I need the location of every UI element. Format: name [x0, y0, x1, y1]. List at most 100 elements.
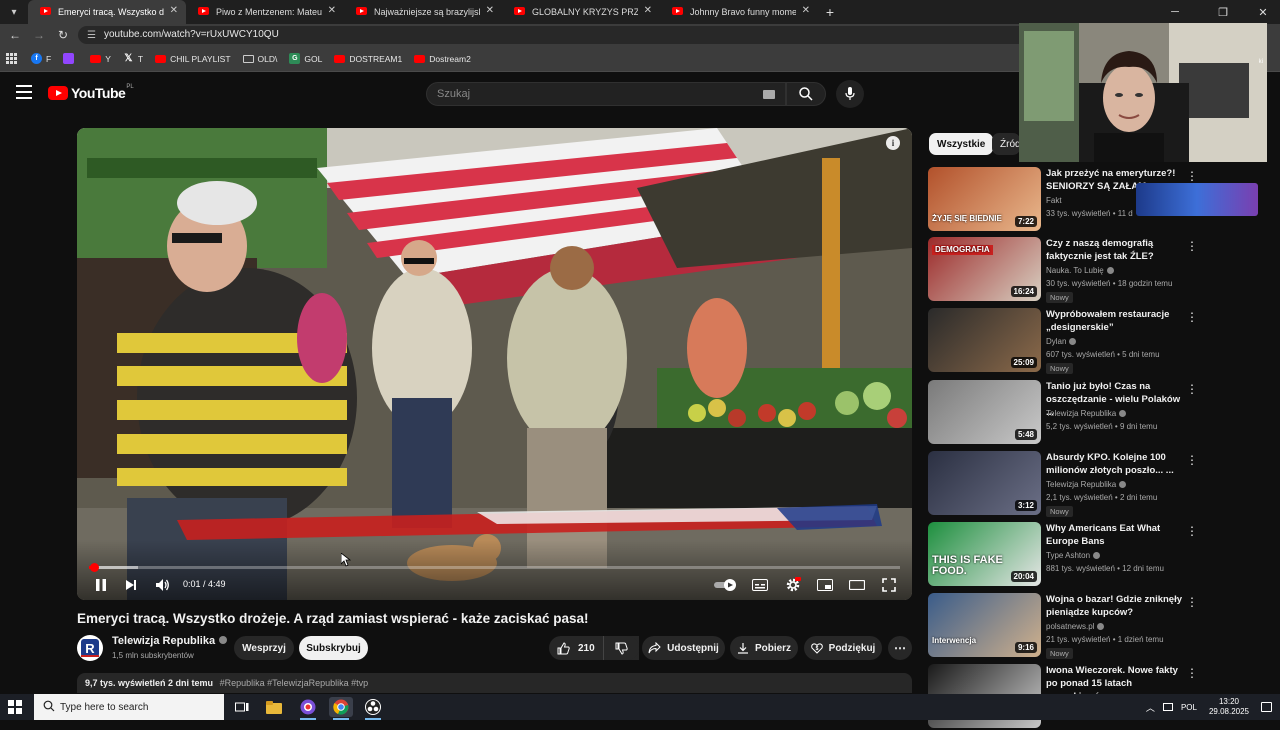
- voice-search-button[interactable]: [836, 80, 864, 108]
- tray-chevron-icon[interactable]: ︿: [1146, 701, 1155, 714]
- bookmark-dostream2[interactable]: Dostream2: [414, 54, 471, 64]
- recommendation-item[interactable]: 3:12 Absurdy KPO. Kolejne 100 milionów zł…: [928, 451, 1268, 517]
- close-tab-icon[interactable]: ✕: [170, 5, 178, 16]
- site-info-icon[interactable]: ☰: [87, 27, 96, 45]
- chip-source[interactable]: Źród: [992, 133, 1020, 155]
- theater-mode-button[interactable]: [847, 576, 867, 594]
- obs-icon[interactable]: [361, 697, 385, 720]
- more-options-icon[interactable]: ⋮: [1186, 595, 1198, 609]
- tab-2[interactable]: Piwo z Mentzenem: Mateusz M ✕: [186, 0, 344, 24]
- recommendation-title[interactable]: Czy z naszą demografią faktycznie jest t…: [1046, 237, 1186, 263]
- bookmark-old-folder[interactable]: OLD\: [242, 54, 277, 64]
- keyboard-icon[interactable]: [763, 90, 775, 99]
- chrome-icon[interactable]: [329, 697, 353, 720]
- close-tab-icon[interactable]: ✕: [644, 5, 652, 16]
- new-tab-button[interactable]: +: [818, 0, 842, 24]
- app-icon-purple[interactable]: [296, 697, 320, 720]
- pause-button[interactable]: [91, 576, 111, 594]
- close-tab-icon[interactable]: ✕: [328, 5, 336, 16]
- back-icon[interactable]: ←: [6, 27, 24, 43]
- language-indicator[interactable]: POL: [1181, 703, 1197, 712]
- share-button[interactable]: Udostępnij: [642, 636, 725, 660]
- bookmark-x[interactable]: 𝕏T: [123, 53, 143, 64]
- bookmark-gol[interactable]: G GOL: [289, 53, 322, 64]
- bookmark-facebook[interactable]: fF: [31, 53, 51, 64]
- network-icon[interactable]: [1162, 703, 1173, 711]
- bookmark-youtube[interactable]: Y: [90, 54, 111, 64]
- taskbar-search-input[interactable]: Type here to search: [34, 694, 224, 720]
- progress-bar[interactable]: [89, 563, 900, 572]
- close-tab-icon[interactable]: ✕: [486, 5, 494, 16]
- file-explorer-icon[interactable]: [262, 697, 286, 717]
- recommendation-item[interactable]: 25:09 Wypróbowałem restauracje „designers…: [928, 308, 1268, 374]
- tab-4[interactable]: GLOBALNY KRYZYS PRZEZ JAPO ✕: [502, 0, 660, 24]
- dislike-button[interactable]: [603, 636, 639, 660]
- notifications-icon[interactable]: [1261, 702, 1272, 712]
- chip-all[interactable]: Wszystkie: [929, 133, 994, 155]
- channel-name[interactable]: Telewizja Republika: [112, 635, 228, 647]
- apps-grid-icon[interactable]: [6, 53, 17, 64]
- more-options-icon[interactable]: ⋮: [1186, 524, 1198, 538]
- video-thumbnail[interactable]: 5:48: [928, 380, 1041, 444]
- maximize-icon[interactable]: ❐: [1206, 0, 1240, 24]
- close-tab-icon[interactable]: ✕: [802, 5, 810, 16]
- hamburger-menu-icon[interactable]: [16, 85, 32, 99]
- video-thumbnail[interactable]: 25:09: [928, 308, 1041, 372]
- next-button[interactable]: [121, 576, 141, 594]
- autoplay-toggle[interactable]: [713, 576, 739, 594]
- recommendation-item[interactable]: 5:48 Tanio już było! Czas na oszczędzanie…: [928, 380, 1268, 446]
- recommendation-channel[interactable]: Telewizja Republika: [1046, 480, 1127, 489]
- reload-icon[interactable]: ↻: [54, 27, 72, 43]
- volume-button[interactable]: [153, 576, 173, 594]
- subscribe-button[interactable]: Subskrybuj: [299, 636, 368, 660]
- clock[interactable]: 13:20 29.08.2025: [1209, 697, 1249, 717]
- recommendation-channel[interactable]: Telewizja Republika: [1046, 409, 1127, 418]
- more-options-icon[interactable]: ⋮: [1186, 239, 1198, 253]
- recommendation-channel[interactable]: Type Ashton: [1046, 551, 1101, 560]
- bookmark-twitch[interactable]: [63, 53, 78, 64]
- recommendation-title[interactable]: Why Americans Eat What Europe Bans: [1046, 522, 1186, 548]
- more-options-icon[interactable]: ⋮: [1186, 382, 1198, 396]
- more-options-icon[interactable]: ⋮: [1186, 453, 1198, 467]
- thanks-button[interactable]: $ Podziękuj: [804, 636, 882, 660]
- miniplayer-button[interactable]: [815, 576, 835, 594]
- tab-3[interactable]: Najważniejsze są brazylijskie p ✕: [344, 0, 502, 24]
- search-input[interactable]: Szukaj: [426, 82, 786, 106]
- recommendation-channel[interactable]: Nauka. To Lubię: [1046, 266, 1114, 275]
- recommendation-channel[interactable]: polsatnews.pl: [1046, 622, 1105, 631]
- video-thumbnail[interactable]: THIS IS FAKE FOOD. 20:04: [928, 522, 1041, 586]
- recommendation-title[interactable]: Wojna o bazar! Gdzie zniknęły pieniądze …: [1046, 593, 1186, 619]
- support-button[interactable]: Wesprzyj: [234, 636, 294, 660]
- bookmark-chil-playlist[interactable]: CHIL PLAYLIST: [155, 54, 231, 64]
- close-window-icon[interactable]: ✕: [1246, 0, 1280, 24]
- video-thumbnail[interactable]: Interwencja 9:16: [928, 593, 1041, 657]
- settings-button[interactable]: [783, 576, 803, 594]
- recommendation-title[interactable]: Wypróbowałem restauracje „designerskie”: [1046, 308, 1186, 334]
- description-box[interactable]: 9,7 tys. wyświetleń 2 dni temu #Republik…: [77, 673, 912, 693]
- info-icon[interactable]: i: [886, 136, 900, 150]
- recommendation-item[interactable]: THIS IS FAKE FOOD. 20:04 Why Americans Eat…: [928, 522, 1268, 588]
- tab-search-icon[interactable]: ▾: [0, 0, 28, 24]
- download-button[interactable]: Pobierz: [730, 636, 798, 660]
- bookmark-dostream1[interactable]: DOSTREAM1: [334, 54, 402, 64]
- video-thumbnail[interactable]: DEMOGRAFIA 16:24: [928, 237, 1041, 301]
- forward-icon[interactable]: →: [30, 27, 48, 43]
- recommendation-item[interactable]: Interwencja 9:16 Wojna o bazar! Gdzie znik…: [928, 593, 1268, 659]
- subtitles-button[interactable]: [750, 576, 770, 594]
- video-thumbnail[interactable]: ŻYJĘ SIĘ BIEDNIE 7:22: [928, 167, 1041, 231]
- video-thumbnail[interactable]: 3:12: [928, 451, 1041, 515]
- more-options-icon[interactable]: ⋮: [1186, 310, 1198, 324]
- minimize-icon[interactable]: ─: [1158, 0, 1192, 24]
- recommendation-channel[interactable]: Dylan: [1046, 337, 1077, 346]
- url-field[interactable]: ☰ youtube.com/watch?v=rUxUWCY10QU: [78, 26, 1078, 44]
- channel-avatar[interactable]: R: [77, 635, 103, 661]
- recommendation-channel[interactable]: Fakt: [1046, 196, 1062, 205]
- more-options-icon[interactable]: ⋮: [1186, 666, 1198, 680]
- search-button[interactable]: [786, 82, 826, 106]
- task-view-icon[interactable]: [230, 697, 254, 717]
- more-options-icon[interactable]: ⋮: [1186, 169, 1198, 183]
- fullscreen-button[interactable]: [879, 576, 899, 594]
- windows-start-icon[interactable]: [8, 700, 22, 714]
- recommendation-item[interactable]: DEMOGRAFIA 16:24 Czy z naszą demografią fa…: [928, 237, 1268, 303]
- youtube-logo[interactable]: YouTube PL: [48, 84, 134, 101]
